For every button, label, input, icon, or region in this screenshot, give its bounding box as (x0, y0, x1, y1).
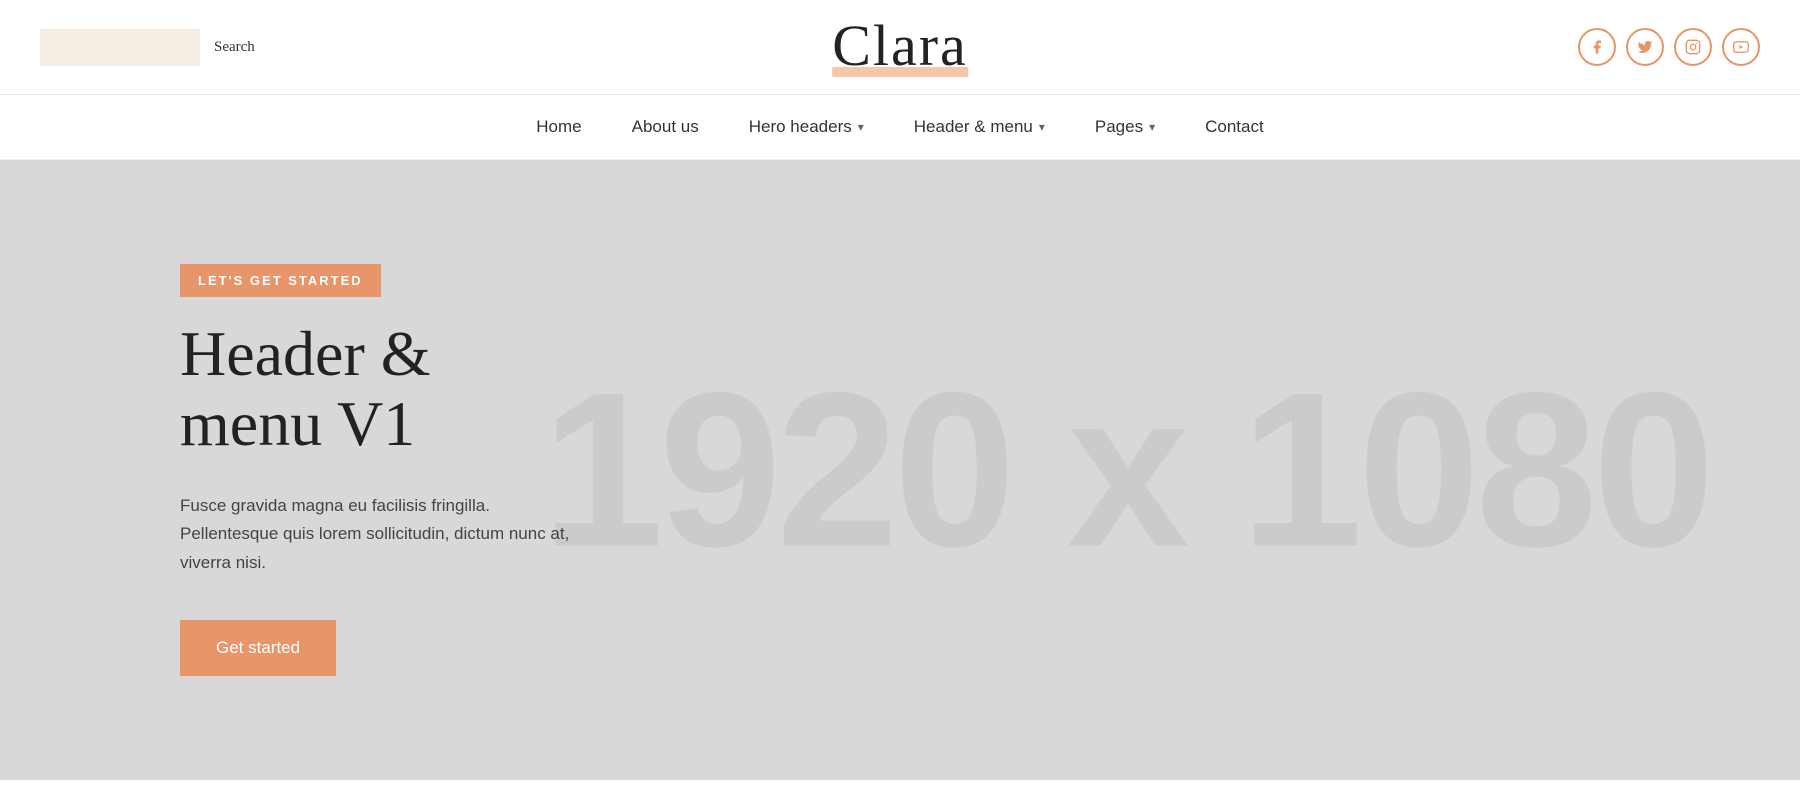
chevron-down-icon: ▾ (1039, 120, 1045, 134)
logo-area: Clara (832, 17, 968, 77)
social-icons (1578, 28, 1760, 66)
nav-home[interactable]: Home (536, 117, 581, 137)
hero-content: LET'S GET STARTED Header & menu V1 Fusce… (0, 204, 750, 736)
youtube-icon[interactable] (1722, 28, 1760, 66)
chevron-down-icon: ▾ (1149, 120, 1155, 134)
search-button[interactable]: Search (200, 29, 269, 66)
chevron-down-icon: ▾ (858, 120, 864, 134)
nav-header-menu[interactable]: Header & menu ▾ (914, 117, 1045, 137)
search-input[interactable] (40, 29, 200, 66)
nav-about[interactable]: About us (632, 117, 699, 137)
hero-description: Fusce gravida magna eu facilisis fringil… (180, 492, 570, 579)
twitter-icon[interactable] (1626, 28, 1664, 66)
hero-cta-button[interactable]: Get started (180, 620, 336, 676)
facebook-icon[interactable] (1578, 28, 1616, 66)
top-bar: Search Clara (0, 0, 1800, 95)
instagram-icon[interactable] (1674, 28, 1712, 66)
nav-pages[interactable]: Pages ▾ (1095, 117, 1155, 137)
logo-underline (832, 67, 968, 77)
hero-badge: LET'S GET STARTED (180, 264, 381, 297)
hero-section: 1920 x 1080 LET'S GET STARTED Header & m… (0, 160, 1800, 780)
nav-bar: Home About us Hero headers ▾ Header & me… (0, 95, 1800, 160)
nav-contact[interactable]: Contact (1205, 117, 1264, 137)
search-area: Search (40, 29, 269, 66)
hero-title: Header & menu V1 (180, 319, 570, 460)
nav-hero-headers[interactable]: Hero headers ▾ (749, 117, 864, 137)
